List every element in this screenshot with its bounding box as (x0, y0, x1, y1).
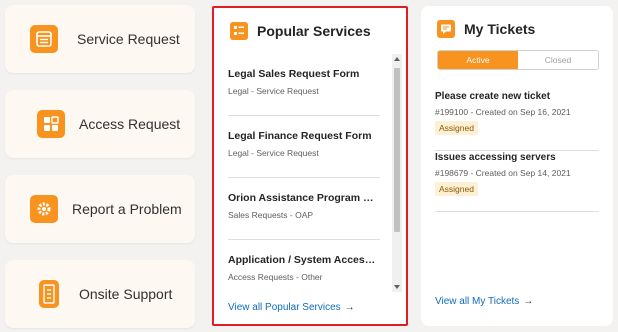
my-tickets-title: My Tickets (464, 21, 536, 37)
building-icon (39, 280, 59, 308)
list-item[interactable]: Application / System Access Request Acce… (228, 240, 380, 290)
service-subtitle: Legal - Service Request (228, 148, 319, 158)
ticket-meta: #198679 - Created on Sep 14, 2021 (435, 168, 571, 178)
ticket-status-toggle: Active Closed (437, 50, 599, 70)
ticket-item[interactable]: Issues accessing servers #198679 - Creat… (435, 152, 599, 212)
view-all-my-tickets-link[interactable]: View all My Tickets → (435, 296, 533, 307)
scroll-down-icon[interactable] (394, 285, 400, 289)
access-request-label: Access Request (79, 116, 181, 132)
list-item[interactable]: Orion Assistance Program Nominations Sal… (228, 178, 380, 240)
popular-services-card: Popular Services Legal Sales Request For… (212, 6, 408, 326)
service-title: Application / System Access Request (228, 254, 380, 266)
report-problem-tile[interactable]: Report a Problem (5, 175, 195, 243)
service-subtitle: Legal - Service Request (228, 86, 319, 96)
service-title: Legal Sales Request Form (228, 68, 360, 80)
popular-services-list: Legal Sales Request Form Legal - Service… (228, 54, 380, 290)
scroll-up-icon[interactable] (394, 57, 400, 61)
view-all-my-tickets-label: View all My Tickets (435, 296, 520, 307)
tab-closed[interactable]: Closed (518, 51, 598, 69)
service-request-tile[interactable]: Service Request (5, 5, 195, 73)
view-all-popular-services-link[interactable]: View all Popular Services → (228, 302, 355, 313)
service-subtitle: Sales Requests - OAP (228, 210, 314, 220)
arrow-right-icon: → (344, 302, 355, 313)
service-request-label: Service Request (77, 31, 180, 47)
grid-icon (37, 110, 65, 138)
form-icon (30, 25, 58, 53)
report-problem-label: Report a Problem (72, 201, 182, 217)
chat-icon (437, 20, 455, 38)
popular-services-title: Popular Services (257, 23, 371, 39)
list-item[interactable]: Legal Finance Request Form Legal - Servi… (228, 116, 380, 178)
ticket-item[interactable]: Please create new ticket #199100 - Creat… (435, 91, 599, 151)
onsite-support-label: Onsite Support (79, 286, 173, 302)
service-subtitle: Access Requests - Other (228, 272, 323, 282)
my-tickets-header: My Tickets (437, 20, 535, 38)
ticket-meta: #199100 - Created on Sep 16, 2021 (435, 107, 571, 117)
gear-icon (30, 195, 58, 223)
view-all-popular-services-label: View all Popular Services (228, 302, 341, 313)
scrollbar-thumb[interactable] (394, 68, 400, 232)
status-badge: Assigned (435, 182, 478, 196)
ticket-title: Issues accessing servers (435, 152, 556, 163)
status-badge: Assigned (435, 121, 478, 135)
service-title: Orion Assistance Program Nominations (228, 192, 380, 204)
service-title: Legal Finance Request Form (228, 130, 372, 142)
popular-services-scrollbar[interactable] (392, 54, 402, 292)
list-icon (230, 22, 248, 40)
popular-services-header: Popular Services (230, 22, 371, 40)
my-tickets-card: My Tickets Active Closed Please create n… (421, 6, 613, 326)
access-request-tile[interactable]: Access Request (5, 90, 195, 158)
arrow-right-icon: → (523, 296, 534, 307)
list-item[interactable]: Legal Sales Request Form Legal - Service… (228, 54, 380, 116)
onsite-support-tile[interactable]: Onsite Support (5, 260, 195, 328)
ticket-title: Please create new ticket (435, 91, 551, 102)
tab-active[interactable]: Active (438, 51, 518, 69)
